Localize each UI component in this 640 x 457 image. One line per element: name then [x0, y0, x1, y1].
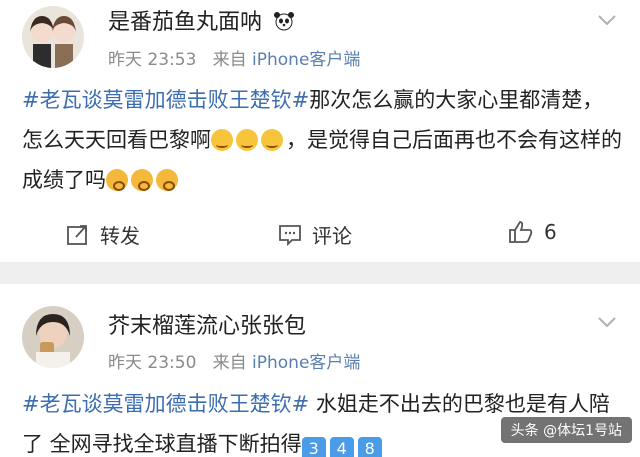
action-bar: 转发 评论 6: [0, 214, 640, 258]
client-link[interactable]: iPhone客户端: [252, 353, 360, 373]
post-meta: 昨天 23:50 来自 iPhone客户端: [108, 348, 360, 373]
shocked-emoji-icon: [131, 169, 153, 191]
hashtag-link[interactable]: #老瓦谈莫雷加德击败王楚钦#: [22, 392, 309, 416]
username-text[interactable]: 芥末榴莲流心张张包: [108, 314, 306, 339]
chevron-down-icon[interactable]: [596, 314, 618, 330]
number-badge: 3: [301, 437, 326, 457]
shocked-emoji-icon: [106, 169, 128, 191]
hashtag-link[interactable]: #老瓦谈莫雷加德击败王楚钦#: [22, 88, 309, 112]
post-meta: 昨天 23:53 来自 iPhone客户端: [108, 45, 360, 70]
panda-icon: [273, 11, 295, 37]
avatar[interactable]: [22, 6, 84, 68]
like-count: 6: [544, 220, 557, 244]
username-text[interactable]: 是番茄鱼丸面呐: [108, 10, 262, 35]
comment-button[interactable]: 评论: [278, 220, 352, 249]
number-badge: 4: [329, 437, 354, 457]
repost-label: 转发: [100, 224, 140, 248]
number-badge: 8: [357, 437, 382, 457]
repost-button[interactable]: 转发: [66, 220, 140, 249]
timestamp: 昨天 23:50: [108, 353, 197, 373]
timestamp: 昨天 23:53: [108, 50, 197, 70]
username[interactable]: 是番茄鱼丸面呐: [108, 4, 295, 37]
username[interactable]: 芥末榴莲流心张张包: [108, 308, 306, 340]
shocked-emoji-icon: [156, 169, 178, 191]
post-content: #老瓦谈莫雷加德击败王楚钦#那次怎么赢的大家心里都清楚，怎么天天回看巴黎啊 ，是觉…: [22, 80, 622, 200]
grin-emoji-icon: [261, 129, 283, 151]
grin-emoji-icon: [211, 129, 233, 151]
avatar[interactable]: [22, 306, 84, 368]
post-divider: [0, 262, 640, 284]
client-link[interactable]: iPhone客户端: [252, 50, 360, 70]
source-prefix: 来自: [212, 50, 247, 70]
repost-icon: [67, 224, 87, 245]
comment-label: 评论: [312, 224, 352, 248]
comment-icon: [279, 224, 301, 246]
source-prefix: 来自: [212, 353, 247, 373]
thumbs-up-icon: [509, 221, 533, 243]
watermark: 头条 @体坛1号站: [500, 417, 632, 443]
post-card: 是番茄鱼丸面呐 昨天 23:53 来自 iPhone客户端 #老瓦谈莫雷加德击败…: [0, 0, 640, 262]
like-button[interactable]: 6: [508, 220, 557, 244]
grin-emoji-icon: [236, 129, 258, 151]
chevron-down-icon[interactable]: [596, 12, 618, 28]
